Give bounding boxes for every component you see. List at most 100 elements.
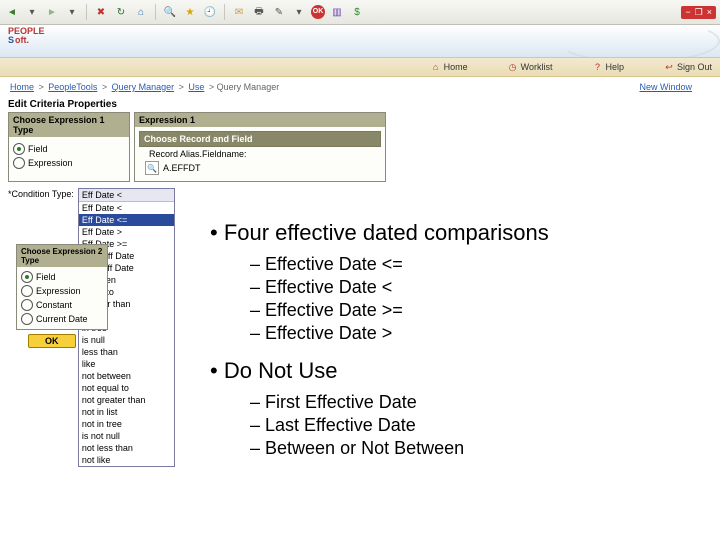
nav-worklist[interactable]: ◷Worklist: [508, 62, 553, 72]
maximize-button[interactable]: ❐: [695, 7, 703, 18]
favorites-icon[interactable]: ★: [182, 4, 198, 20]
breadcrumb: Home > PeopleTools > Query Manager > Use…: [8, 82, 279, 92]
expr1-type-box: Choose Expression 1 Type Field Expressio…: [8, 112, 130, 182]
slide-sub2-3: Between or Not Between: [250, 438, 710, 459]
crumb-4: Query Manager: [217, 82, 280, 92]
dropdown-option[interactable]: not like: [79, 454, 174, 466]
slide-heading-1: Four effective dated comparisons: [210, 220, 710, 246]
radio-expression[interactable]: Expression: [13, 157, 125, 169]
crumb-1[interactable]: PeopleTools: [48, 82, 97, 92]
nav-signout-label: Sign Out: [677, 62, 712, 72]
back-dropdown-icon[interactable]: ▾: [24, 4, 40, 20]
expr2-type-header: Choose Expression 2 Type: [17, 245, 107, 267]
slide-sub-4: Effective Date >: [250, 323, 710, 344]
header-decoration: [556, 25, 720, 57]
dropdown-option[interactable]: Eff Date >: [79, 226, 174, 238]
lookup-icon[interactable]: 🔍: [145, 161, 159, 175]
search-icon[interactable]: 🔍: [162, 4, 178, 20]
logo-line2a: S: [8, 36, 14, 45]
crumb-3[interactable]: Use: [188, 82, 204, 92]
nav-home[interactable]: ⌂Home: [431, 62, 468, 72]
tool-dropdown-icon[interactable]: ▾: [291, 4, 307, 20]
logo-line2b: oft.: [15, 36, 29, 45]
radio2-expression-label: Expression: [36, 286, 81, 296]
radio2-currentdate-label: Current Date: [36, 314, 88, 324]
dropdown-option[interactable]: Eff Date <: [79, 202, 174, 214]
record-alias-value: A.EFFDT: [163, 163, 201, 173]
dropdown-option[interactable]: like: [79, 358, 174, 370]
dropdown-option[interactable]: not between: [79, 370, 174, 382]
ok-button[interactable]: OK: [28, 334, 76, 348]
worklist-icon: ◷: [508, 62, 518, 72]
minimize-button[interactable]: −: [685, 7, 690, 17]
slide-sub2-1: First Effective Date: [250, 392, 710, 413]
dropdown-option[interactable]: not less than: [79, 442, 174, 454]
radio2-field-label: Field: [36, 272, 56, 282]
chart-icon[interactable]: ▥: [329, 4, 345, 20]
dropdown-option[interactable]: not equal to: [79, 382, 174, 394]
home-nav-icon: ⌂: [431, 62, 441, 72]
radio2-field[interactable]: Field: [21, 271, 103, 283]
slide-sub2-2: Last Effective Date: [250, 415, 710, 436]
history-icon[interactable]: 🕘: [202, 4, 218, 20]
home-icon[interactable]: ⌂: [133, 4, 149, 20]
slide-sub-1: Effective Date <=: [250, 254, 710, 275]
radio-expression-label: Expression: [28, 158, 73, 168]
expression1-header: Expression 1: [135, 113, 385, 127]
forward-icon[interactable]: ►: [44, 4, 60, 20]
record-alias-label: Record Alias.Fieldname:: [139, 149, 381, 159]
dropdown-option[interactable]: Eff Date <=: [79, 214, 174, 226]
expr2-type-box: Choose Expression 2 Type Field Expressio…: [16, 244, 108, 330]
close-button[interactable]: ×: [707, 7, 712, 17]
slide-content: Four effective dated comparisons Effecti…: [210, 220, 710, 461]
dropdown-selected[interactable]: Eff Date <: [79, 189, 174, 202]
browser-toolbar: ◄ ▾ ► ▾ ✖ ↻ ⌂ 🔍 ★ 🕘 ✉ 🖶 ✎ ▾ OK ▥ $ − ❐ ×: [0, 0, 720, 25]
slide-sub-2: Effective Date <: [250, 277, 710, 298]
dropdown-option[interactable]: is not null: [79, 430, 174, 442]
peoplesoft-logo: PEOPLE S oft.: [8, 27, 58, 55]
print-icon[interactable]: 🖶: [251, 4, 267, 20]
dropdown-option[interactable]: not greater than: [79, 394, 174, 406]
panel-title: Edit Criteria Properties: [8, 99, 388, 110]
okt-icon[interactable]: OK: [311, 5, 325, 19]
separator: [224, 4, 225, 20]
radio-field[interactable]: Field: [13, 143, 125, 155]
expression1-box: Expression 1 Choose Record and Field Rec…: [134, 112, 386, 182]
dropdown-option[interactable]: not in list: [79, 406, 174, 418]
radio2-expression[interactable]: Expression: [21, 285, 103, 297]
crumb-0[interactable]: Home: [10, 82, 34, 92]
top-nav: ⌂Home ◷Worklist ?Help ↩Sign Out: [0, 57, 720, 77]
nav-help-label: Help: [605, 62, 624, 72]
slide-heading-2: Do Not Use: [210, 358, 710, 384]
sub-header: Home > PeopleTools > Query Manager > Use…: [0, 77, 720, 97]
radio2-constant[interactable]: Constant: [21, 299, 103, 311]
money-icon[interactable]: $: [349, 4, 365, 20]
edit-criteria-panel: Edit Criteria Properties Choose Expressi…: [8, 99, 388, 182]
separator: [86, 4, 87, 20]
radio-field-label: Field: [28, 144, 48, 154]
expr1-type-header: Choose Expression 1 Type: [9, 113, 129, 137]
new-window-link[interactable]: New Window: [639, 82, 692, 92]
separator: [155, 4, 156, 20]
radio2-constant-label: Constant: [36, 300, 72, 310]
condition-type-label: *Condition Type:: [8, 188, 74, 199]
slide-sub-3: Effective Date >=: [250, 300, 710, 321]
stop-icon[interactable]: ✖: [93, 4, 109, 20]
refresh-icon[interactable]: ↻: [113, 4, 129, 20]
window-controls: − ❐ ×: [681, 6, 716, 19]
nav-help[interactable]: ?Help: [592, 62, 624, 72]
back-icon[interactable]: ◄: [4, 4, 20, 20]
nav-home-label: Home: [444, 62, 468, 72]
nav-worklist-label: Worklist: [521, 62, 553, 72]
edit-icon[interactable]: ✎: [271, 4, 287, 20]
choose-record-field-header: Choose Record and Field: [139, 131, 381, 147]
help-icon: ?: [592, 62, 602, 72]
fwd-dropdown-icon[interactable]: ▾: [64, 4, 80, 20]
mail-icon[interactable]: ✉: [231, 4, 247, 20]
radio2-currentdate[interactable]: Current Date: [21, 313, 103, 325]
crumb-2[interactable]: Query Manager: [112, 82, 175, 92]
dropdown-option[interactable]: not in tree: [79, 418, 174, 430]
app-header: PEOPLE S oft.: [0, 25, 720, 57]
nav-signout[interactable]: ↩Sign Out: [664, 62, 712, 72]
signout-icon: ↩: [664, 62, 674, 72]
